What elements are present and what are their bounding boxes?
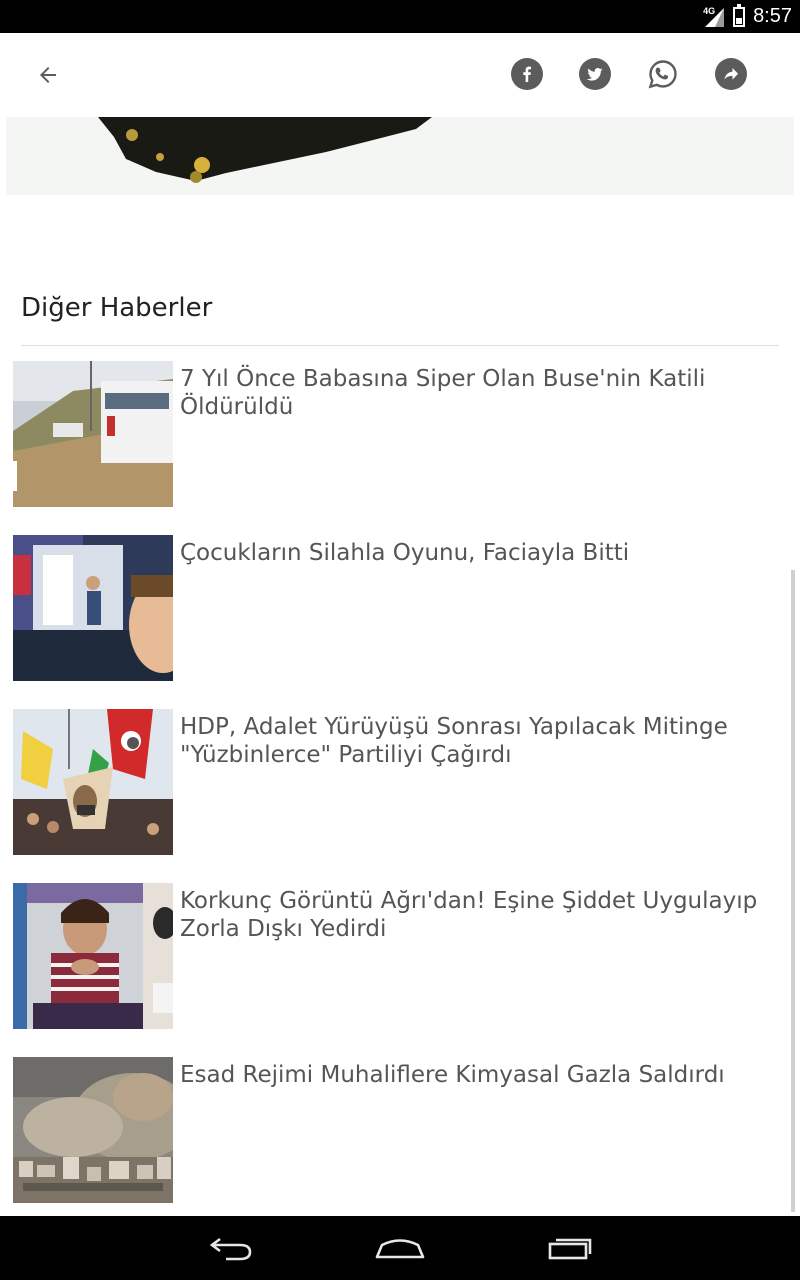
twitter-share-button[interactable] [579,58,611,90]
news-title: Korkunç Görüntü Ağrı'dan! Eşine Şiddet U… [180,888,758,942]
section-title: Diğer Haberler [21,293,213,323]
signal-icon: 4G [703,6,725,28]
news-title: Çocukların Silahla Oyunu, Faciayla Bitti [180,540,630,566]
navigation-bar [0,1216,800,1280]
facebook-icon [523,66,531,82]
share-button[interactable] [715,58,747,90]
news-thumbnail [13,1057,173,1203]
news-title: Esad Rejimi Muhaliflere Kimyasal Gazla S… [180,1062,725,1088]
app-bar [0,33,800,117]
article-hero-image [6,117,794,195]
news-item[interactable]: Esad Rejimi Muhaliflere Kimyasal Gazla S… [13,1057,773,1203]
back-button[interactable] [26,53,70,97]
news-item[interactable]: HDP, Adalet Yürüyüşü Sonrası Yapılacak M… [13,709,773,855]
nav-back-button[interactable] [200,1228,260,1268]
section-divider [21,345,779,346]
arrow-back-icon [40,67,56,83]
nav-home-button[interactable] [370,1228,430,1268]
nav-recents-button[interactable] [540,1228,600,1268]
whatsapp-share-button[interactable] [647,58,679,90]
news-thumbnail [13,709,173,855]
news-item[interactable]: Çocukların Silahla Oyunu, Faciayla Bitti [13,535,773,681]
news-item[interactable]: Korkunç Görüntü Ağrı'dan! Eşine Şiddet U… [13,883,773,1029]
news-title: 7 Yıl Önce Babasına Siper Olan Buse'nin … [180,366,706,420]
facebook-share-button[interactable] [511,58,543,90]
news-thumbnail [13,361,173,507]
battery-icon [733,3,746,27]
news-thumbnail [13,535,173,681]
news-item[interactable]: 7 Yıl Önce Babasına Siper Olan Buse'nin … [13,361,773,507]
nav-recents-icon [548,1238,592,1260]
news-thumbnail [13,883,173,1029]
news-title: HDP, Adalet Yürüyüşü Sonrası Yapılacak M… [180,714,728,768]
share-icon [724,68,738,80]
status-time: 8:57 [753,5,792,27]
twitter-icon [586,67,603,81]
whatsapp-icon [648,60,677,89]
scrollbar[interactable] [791,570,795,1212]
status-bar: 4G 8:57 [0,0,800,33]
nav-home-icon [375,1239,425,1259]
nav-back-icon [209,1237,252,1261]
